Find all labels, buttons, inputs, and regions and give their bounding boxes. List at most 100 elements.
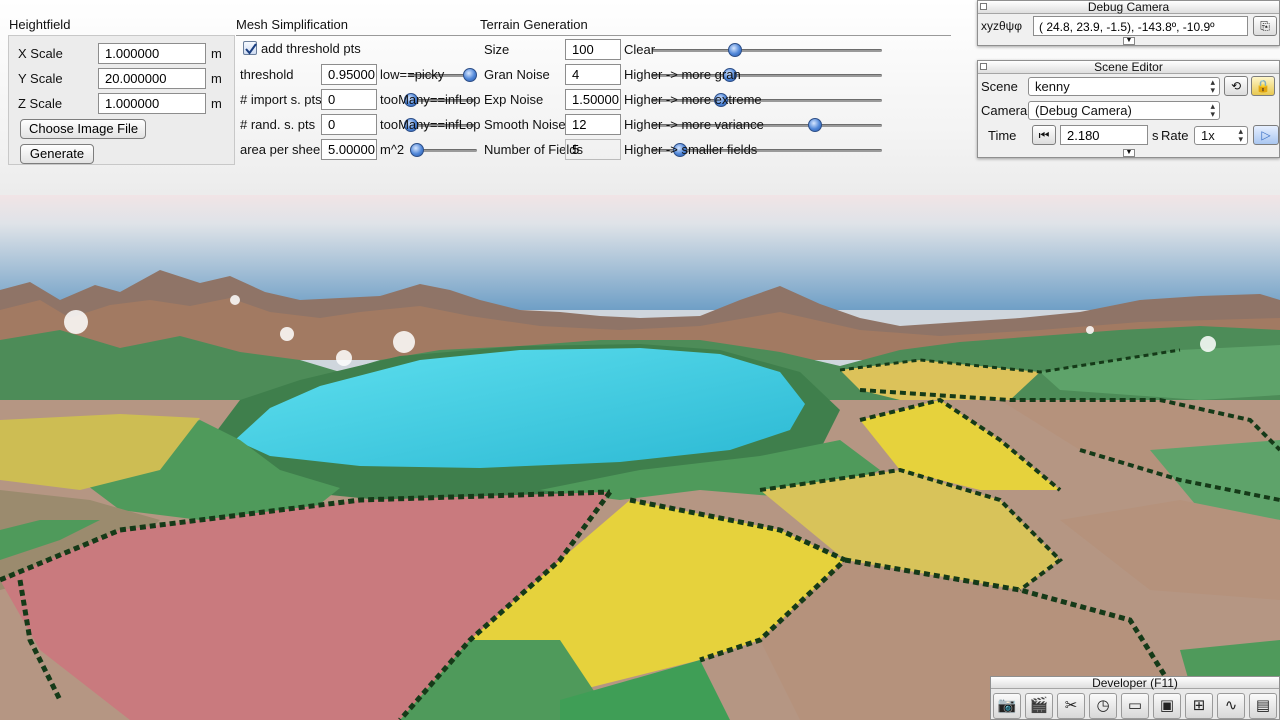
x-scale-field[interactable]: 1.000000 bbox=[98, 43, 206, 64]
time-unit: s bbox=[1152, 128, 1159, 143]
import-pts-slider[interactable] bbox=[403, 93, 475, 107]
updown-arrows-icon: ▴ ▾ bbox=[1238, 126, 1243, 144]
exp-noise-slider[interactable] bbox=[652, 93, 882, 107]
lock-scene-button[interactable]: 🔒 bbox=[1251, 76, 1275, 96]
document-icon[interactable]: ▤ bbox=[1249, 693, 1277, 719]
rate-select-value: 1x bbox=[1201, 128, 1215, 143]
slider-thumb[interactable] bbox=[403, 93, 418, 107]
smooth-noise-slider[interactable] bbox=[652, 118, 882, 132]
exp-noise-field[interactable]: 1.50000 bbox=[565, 89, 621, 110]
play-button[interactable]: ▷ bbox=[1253, 125, 1279, 145]
generate-button[interactable]: Generate bbox=[20, 144, 94, 164]
y-scale-label: Y Scale bbox=[18, 71, 63, 86]
time-label: Time bbox=[988, 128, 1017, 143]
slider-thumb[interactable] bbox=[808, 118, 823, 132]
import-pts-label: # import s. pts bbox=[240, 92, 322, 107]
rand-pts-label: # rand. s. pts bbox=[240, 117, 316, 132]
add-threshold-checkbox[interactable] bbox=[243, 41, 257, 55]
camera-select-value: (Debug Camera) bbox=[1035, 103, 1132, 118]
rewind-button[interactable]: ⏮ bbox=[1032, 125, 1056, 145]
developer-title: Developer (F11) bbox=[991, 677, 1279, 689]
copy-coords-button[interactable]: ⎘ bbox=[1253, 16, 1277, 36]
scene-label: Scene bbox=[981, 79, 1018, 94]
heightfield-title: Heightfield bbox=[9, 17, 71, 32]
rewind-icon: ⏮ bbox=[1038, 128, 1050, 142]
expand-chevron-icon[interactable]: ▼ bbox=[1123, 149, 1135, 157]
scene-select-value: kenny bbox=[1035, 79, 1070, 94]
y-scale-field[interactable]: 20.000000 bbox=[98, 68, 206, 89]
scene-graph-icon[interactable]: ⊞ bbox=[1185, 693, 1213, 719]
size-label: Size bbox=[484, 42, 510, 57]
threshold-label: threshold bbox=[240, 67, 294, 82]
terrain-generation-title: Terrain Generation bbox=[480, 17, 588, 32]
debug-camera-title: Debug Camera bbox=[978, 1, 1279, 14]
reload-scene-button[interactable]: ⟲ bbox=[1224, 76, 1248, 96]
scene-select[interactable]: kenny ▴ ▾ bbox=[1028, 77, 1220, 96]
camera-select[interactable]: (Debug Camera) ▴ ▾ bbox=[1028, 101, 1220, 120]
scene-editor-title: Scene Editor bbox=[978, 61, 1279, 74]
reload-icon: ⟲ bbox=[1230, 79, 1242, 93]
debug-camera-window: Debug Camera xyzθψφ ( 24.8, 23.9, -1.5),… bbox=[977, 0, 1280, 46]
size-slider[interactable] bbox=[652, 43, 882, 57]
smooth-noise-field[interactable]: 12 bbox=[565, 114, 621, 135]
import-pts-field[interactable]: 0 bbox=[321, 89, 377, 110]
expand-chevron-icon[interactable]: ▼ bbox=[1123, 37, 1135, 45]
number-of-fields-field[interactable]: 5 bbox=[565, 139, 621, 160]
z-scale-field[interactable]: 1.000000 bbox=[98, 93, 206, 114]
size-field[interactable]: 100 bbox=[565, 39, 621, 60]
area-per-sheep-unit: m^2 bbox=[380, 142, 405, 157]
tools-icon[interactable]: ✂ bbox=[1057, 693, 1085, 719]
close-icon[interactable] bbox=[980, 3, 987, 10]
rand-pts-slider[interactable] bbox=[403, 118, 475, 132]
window-icon[interactable]: ▭ bbox=[1121, 693, 1149, 719]
camera-coords-field[interactable]: ( 24.8, 23.9, -1.5), -143.8º, -10.9º bbox=[1033, 16, 1248, 36]
profiler-icon[interactable]: ∿ bbox=[1217, 693, 1245, 719]
add-threshold-label: add threshold pts bbox=[261, 41, 361, 56]
rate-select[interactable]: 1x ▴ ▾ bbox=[1194, 126, 1248, 145]
number-of-fields-slider[interactable] bbox=[652, 143, 882, 157]
choose-image-file-button[interactable]: Choose Image File bbox=[20, 119, 146, 139]
slider-thumb[interactable] bbox=[727, 43, 742, 57]
terminal-icon[interactable]: ▣ bbox=[1153, 693, 1181, 719]
section-divider bbox=[236, 35, 951, 36]
z-scale-label: Z Scale bbox=[18, 96, 63, 111]
lake bbox=[235, 348, 805, 468]
slider-thumb[interactable] bbox=[672, 143, 687, 157]
gran-noise-slider[interactable] bbox=[652, 68, 882, 82]
rate-label: Rate bbox=[1161, 128, 1188, 143]
gran-noise-label: Gran Noise bbox=[484, 67, 550, 82]
slider-thumb[interactable] bbox=[410, 143, 425, 157]
slider-thumb[interactable] bbox=[403, 118, 418, 132]
slider-thumb[interactable] bbox=[714, 93, 728, 107]
clapperboard-icon[interactable]: 🎬 bbox=[1025, 693, 1053, 719]
area-per-sheep-field[interactable]: 5.00000 bbox=[321, 139, 377, 160]
threshold-field[interactable]: 0.95000 bbox=[321, 64, 377, 85]
camera-icon[interactable]: 📷 bbox=[993, 693, 1021, 719]
y-scale-unit: m bbox=[211, 71, 222, 86]
area-per-sheep-slider[interactable] bbox=[410, 143, 477, 157]
slider-thumb[interactable] bbox=[723, 68, 738, 82]
mesh-simplification-title: Mesh Simplification bbox=[236, 17, 348, 32]
copy-icon: ⎘ bbox=[1260, 19, 1270, 33]
updown-arrows-icon: ▴ ▾ bbox=[1210, 77, 1215, 95]
z-scale-unit: m bbox=[211, 96, 222, 111]
x-scale-label: X Scale bbox=[18, 46, 63, 61]
scene-editor-window: Scene Editor Scene kenny ▴ ▾ ⟲ 🔒 Camera (… bbox=[977, 60, 1280, 158]
rand-pts-field[interactable]: 0 bbox=[321, 114, 377, 135]
updown-arrows-icon: ▴ ▾ bbox=[1210, 101, 1215, 119]
smooth-noise-label: Smooth Noise bbox=[484, 117, 566, 132]
area-per-sheep-label: area per sheep bbox=[240, 142, 322, 157]
exp-noise-label: Exp Noise bbox=[484, 92, 544, 107]
threshold-slider[interactable] bbox=[408, 68, 477, 82]
gran-noise-field[interactable]: 4 bbox=[565, 64, 621, 85]
x-scale-unit: m bbox=[211, 46, 222, 61]
lock-icon: 🔒 bbox=[1255, 79, 1271, 93]
clock-icon[interactable]: ◷ bbox=[1089, 693, 1117, 719]
time-field[interactable]: 2.180 bbox=[1060, 125, 1148, 145]
slider-thumb[interactable] bbox=[462, 68, 477, 82]
developer-toolbar: Developer (F11) 📷 🎬 ✂ ◷ ▭ ▣ ⊞ ∿ ▤ bbox=[990, 676, 1280, 720]
camera-coords-label: xyzθψφ bbox=[981, 19, 1023, 33]
camera-label: Camera bbox=[981, 103, 1028, 118]
rate-label-text: Rate bbox=[1161, 128, 1189, 143]
close-icon[interactable] bbox=[980, 63, 987, 70]
